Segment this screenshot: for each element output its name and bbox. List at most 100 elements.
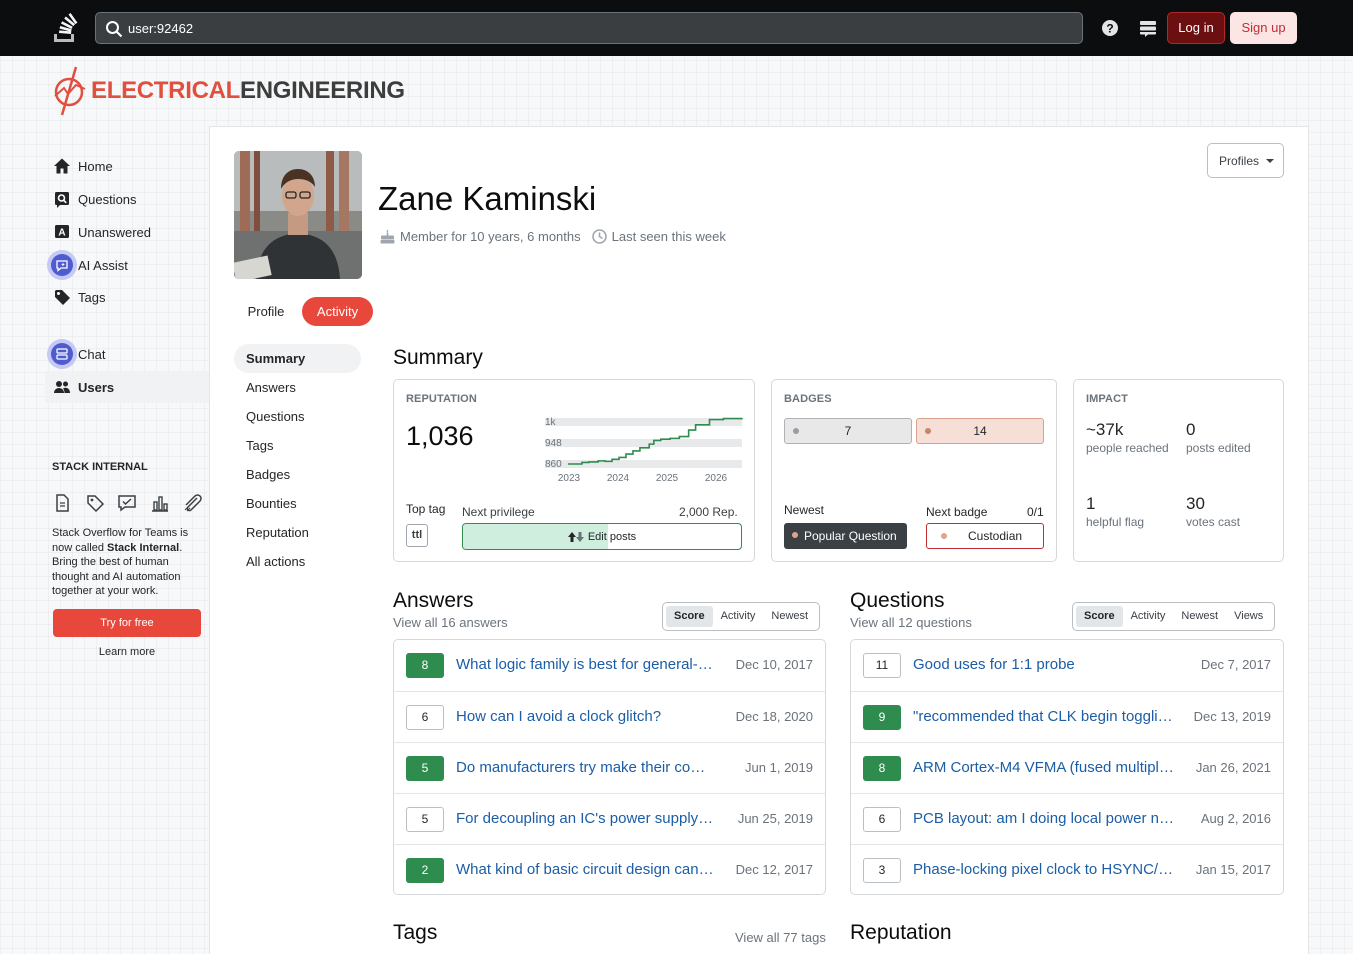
answer-title-link[interactable]: For decoupling an IC's power supply pins… xyxy=(456,810,714,827)
nav-home[interactable]: Home xyxy=(45,150,209,182)
site-name-part2: ENGINEERING xyxy=(240,77,405,104)
questions-icon xyxy=(55,192,69,208)
question-row[interactable]: 6 PCB layout: am I doing local power nets… xyxy=(851,793,1283,844)
tab-profile[interactable]: Profile xyxy=(235,297,297,326)
search-input[interactable]: user:92462 xyxy=(95,12,1083,44)
svg-text:A: A xyxy=(58,228,65,239)
impact-label: votes cast xyxy=(1186,515,1241,529)
subnav-questions[interactable]: Questions xyxy=(234,402,361,431)
y-tick-label: 860 xyxy=(545,459,562,470)
questions-sort-activity[interactable]: Activity xyxy=(1123,606,1174,627)
nav-questions[interactable]: Questions xyxy=(45,183,209,215)
tab-activity[interactable]: Activity xyxy=(302,297,373,326)
top-tag[interactable]: ttl xyxy=(406,524,428,547)
sign-up-button[interactable]: Sign up xyxy=(1230,12,1297,44)
si-text-b: Stack Internal xyxy=(107,541,180,554)
tag-icon xyxy=(55,290,70,305)
document-icon xyxy=(56,494,69,512)
help-icon[interactable]: ? xyxy=(1100,18,1120,38)
nav-ai-assist-label: AI Assist xyxy=(78,257,128,273)
answer-title-link[interactable]: What logic family is best for general-pu… xyxy=(456,656,714,673)
impact-value: ~37k xyxy=(1086,420,1124,439)
home-icon xyxy=(54,158,70,174)
question-date: Jan 26, 2021 xyxy=(1195,760,1271,775)
questions-sort-views[interactable]: Views xyxy=(1226,606,1271,627)
next-privilege-rep: 2,000 Rep. xyxy=(679,505,738,519)
nav-chat[interactable]: Chat xyxy=(45,338,209,370)
question-title-link[interactable]: "recommended that CLK begin toggling bef… xyxy=(913,708,1175,725)
nav-unanswered[interactable]: A Unanswered xyxy=(45,216,209,248)
nav-tags[interactable]: Tags xyxy=(45,281,209,313)
answer-title-link[interactable]: How can I avoid a clock glitch? xyxy=(456,708,714,725)
answers-sort-activity[interactable]: Activity xyxy=(713,606,764,627)
cake-icon xyxy=(380,229,395,244)
answer-title-link[interactable]: Do manufacturers try make their comp-one… xyxy=(456,759,714,776)
answer-row[interactable]: 6 How can I avoid a clock glitch? Dec 18, … xyxy=(394,691,825,742)
bronze-badges[interactable]: 14 xyxy=(916,418,1044,444)
next-privilege-progress[interactable]: Edit posts xyxy=(462,523,742,550)
subnav-answers[interactable]: Answers xyxy=(234,373,361,402)
subnav-tags[interactable]: Tags xyxy=(234,431,361,460)
subnav-reputation[interactable]: Reputation xyxy=(234,518,361,547)
reputation-chart[interactable]: 1k 948 860 2023 2024 2025 2026 xyxy=(538,412,748,486)
question-title-link[interactable]: Phase-locking pixel clock to HSYNC/VSYNC xyxy=(913,861,1175,878)
answer-title-link[interactable]: What kind of basic circuit design can I … xyxy=(456,861,714,878)
last-seen: Last seen this week xyxy=(611,229,726,244)
question-row[interactable]: 3 Phase-locking pixel clock to HSYNC/VSYN… xyxy=(851,844,1283,895)
site-switcher-icon[interactable] xyxy=(1138,18,1158,38)
answers-view-all[interactable]: View all 16 answers xyxy=(393,615,508,630)
next-badge-label: Next badge xyxy=(926,505,988,519)
paperclip-icon xyxy=(184,494,202,512)
site-logo[interactable]: ELECTRICAL ENGINEERING xyxy=(52,66,405,116)
user-meta: Member for 10 years, 6 months Last seen … xyxy=(379,228,726,245)
try-for-free-button[interactable]: Try for free xyxy=(53,609,201,637)
bronze-badge-icon xyxy=(941,533,947,539)
x-tick-label: 2023 xyxy=(558,473,581,484)
answers-sort-newest[interactable]: Newest xyxy=(763,606,816,627)
x-tick-label: 2025 xyxy=(656,473,679,484)
caret-down-icon xyxy=(1266,158,1275,163)
question-score: 11 xyxy=(863,653,901,678)
reputation-caption: REPUTATION xyxy=(406,393,477,405)
subnav-badges[interactable]: Badges xyxy=(234,460,361,489)
questions-view-all[interactable]: View all 12 questions xyxy=(850,615,972,630)
tag-outline-icon xyxy=(86,495,104,513)
answer-row[interactable]: 5 Do manufacturers try make their comp-on… xyxy=(394,742,825,793)
nav-unanswered-label: Unanswered xyxy=(78,224,151,240)
profiles-dropdown[interactable]: Profiles xyxy=(1207,143,1284,178)
silver-badges[interactable]: 7 xyxy=(784,418,912,444)
nav-chat-label: Chat xyxy=(78,346,106,362)
question-row[interactable]: 8 ARM Cortex-M4 VFMA (fused multiply-add)… xyxy=(851,742,1283,793)
nav-ai-assist[interactable]: AI Assist xyxy=(45,249,209,281)
log-in-button[interactable]: Log in xyxy=(1167,12,1225,44)
summary-heading: Summary xyxy=(393,346,483,369)
question-title-link[interactable]: ARM Cortex-M4 VFMA (fused multiply-add) … xyxy=(913,759,1175,776)
questions-heading: Questions xyxy=(850,589,945,612)
ai-assist-icon xyxy=(47,250,77,280)
bronze-count: 14 xyxy=(973,424,987,438)
chat-check-icon xyxy=(118,495,136,512)
answer-row[interactable]: 2 What kind of basic circuit design can I… xyxy=(394,844,825,895)
question-title-link[interactable]: Good uses for 1:1 probe xyxy=(913,656,1175,673)
subnav-all-actions[interactable]: All actions xyxy=(234,547,361,576)
answer-row[interactable]: 5 For decoupling an IC's power supply pin… xyxy=(394,793,825,844)
nav-tags-label: Tags xyxy=(78,289,106,305)
subnav-summary[interactable]: Summary xyxy=(234,344,361,373)
badges-caption: BADGES xyxy=(784,393,832,405)
stack-exchange-logo-icon[interactable] xyxy=(52,12,80,44)
stack-internal-heading: STACK INTERNAL xyxy=(52,461,148,473)
impact-caption: IMPACT xyxy=(1086,393,1128,405)
answers-sort-score[interactable]: Score xyxy=(666,606,713,627)
question-row[interactable]: 9 "recommended that CLK begin toggling be… xyxy=(851,691,1283,742)
next-badge[interactable]: Custodian xyxy=(926,523,1044,549)
tags-view-all[interactable]: View all 77 tags xyxy=(735,930,826,945)
subnav-bounties[interactable]: Bounties xyxy=(234,489,361,518)
questions-sort-score[interactable]: Score xyxy=(1076,606,1123,627)
question-title-link[interactable]: PCB layout: am I doing local power nets … xyxy=(913,810,1175,827)
newest-badge[interactable]: Popular Question xyxy=(784,523,907,549)
question-row[interactable]: 11 Good uses for 1:1 probe Dec 7, 2017 xyxy=(851,640,1283,691)
learn-more-link[interactable]: Learn more xyxy=(53,646,201,658)
answer-row[interactable]: 8 What logic family is best for general-p… xyxy=(394,640,825,691)
questions-sort-newest[interactable]: Newest xyxy=(1173,606,1226,627)
nav-users[interactable]: Users xyxy=(45,371,209,403)
